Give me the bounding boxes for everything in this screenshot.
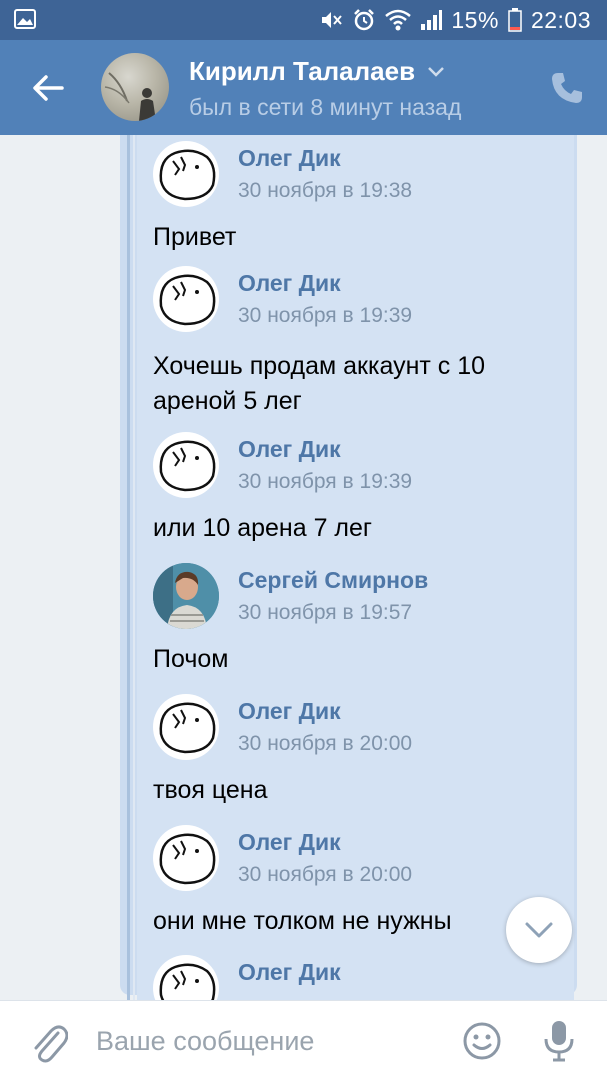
message-author[interactable]: Олег Дик xyxy=(238,436,341,463)
list-item[interactable]: Олег Дик 30 ноября в 20:00 твоя цена xyxy=(153,694,573,814)
meme-face-avatar[interactable] xyxy=(153,432,219,498)
status-bar: 15% 22:03 xyxy=(0,0,607,40)
list-item[interactable]: Олег Дик 30 ноября в 19:39 или 10 арена … xyxy=(153,432,573,552)
battery-icon xyxy=(508,8,522,32)
list-item[interactable]: Олег Дик 30 ноября в 19:39 Хочешь продам… xyxy=(153,266,573,416)
list-item[interactable]: Олег Дик 30 ноября в 19:38 Привет xyxy=(153,141,573,261)
battery-percent: 15% xyxy=(451,6,499,33)
meme-face-avatar[interactable] xyxy=(153,694,219,760)
message-input[interactable]: Ваше сообщение xyxy=(96,1021,436,1061)
message-text: твоя цена xyxy=(153,776,268,804)
microphone-icon[interactable] xyxy=(542,1019,576,1063)
alarm-icon xyxy=(354,9,375,31)
message-author[interactable]: Сергей Смирнов xyxy=(238,567,428,594)
message-date: 30 ноября в 20:00 xyxy=(238,732,413,755)
mute-icon xyxy=(322,12,343,28)
signal-icon xyxy=(421,10,443,30)
list-item[interactable]: Олег Дик xyxy=(153,955,573,1000)
message-author[interactable]: Олег Дик xyxy=(238,270,341,297)
chat-title-row[interactable]: Кирилл Талалаев xyxy=(189,56,445,87)
chat-header: Кирилл Талалаев был в сети 8 минут назад xyxy=(0,40,607,135)
paperclip-icon[interactable] xyxy=(28,1019,68,1063)
message-list[interactable]: Олег Дик 30 ноября в 19:38 Привет Олег Д… xyxy=(0,135,607,1000)
chevron-down-icon[interactable] xyxy=(427,66,445,78)
message-text: Почом xyxy=(153,645,229,673)
emoji-icon[interactable] xyxy=(462,1021,502,1061)
wifi-icon xyxy=(385,9,412,31)
message-date: 30 ноября в 19:39 xyxy=(238,470,413,493)
message-text: или 10 арена 7 лег xyxy=(153,514,373,542)
last-seen-status: был в сети 8 минут назад xyxy=(189,94,462,120)
clock: 22:03 xyxy=(530,6,591,33)
message-text: Привет xyxy=(153,223,237,251)
avatar[interactable] xyxy=(101,53,169,121)
phone-icon[interactable] xyxy=(549,70,585,106)
forward-line xyxy=(127,135,130,1000)
meme-face-avatar[interactable] xyxy=(153,141,219,207)
page-title: Кирилл Талалаев xyxy=(189,56,416,86)
meme-face-avatar[interactable] xyxy=(153,266,219,332)
chevron-down-icon xyxy=(525,922,553,938)
user-photo-avatar[interactable] xyxy=(153,563,219,629)
message-author[interactable]: Олег Дик xyxy=(238,698,341,725)
message-author[interactable]: Олег Дик xyxy=(238,959,341,986)
message-composer: Ваше сообщение xyxy=(0,1000,607,1081)
list-item[interactable]: Сергей Смирнов 30 ноября в 19:57 Почом xyxy=(153,563,573,683)
scroll-down-button[interactable] xyxy=(506,897,572,963)
image-icon xyxy=(14,9,36,29)
message-date: 30 ноября в 19:38 xyxy=(238,179,413,202)
message-date: 30 ноября в 19:39 xyxy=(238,304,413,327)
message-date: 30 ноября в 20:00 xyxy=(238,863,413,886)
message-author[interactable]: Олег Дик xyxy=(238,829,341,856)
message-text: Хочешь продам аккаунт с 10 ареной 5 лег xyxy=(153,352,486,415)
meme-face-avatar[interactable] xyxy=(153,955,219,1000)
message-author[interactable]: Олег Дик xyxy=(238,145,341,172)
message-date: 30 ноября в 19:57 xyxy=(238,601,413,624)
back-arrow-icon[interactable] xyxy=(26,66,70,110)
meme-face-avatar[interactable] xyxy=(153,825,219,891)
message-text: они мне толком не нужны xyxy=(153,907,452,935)
